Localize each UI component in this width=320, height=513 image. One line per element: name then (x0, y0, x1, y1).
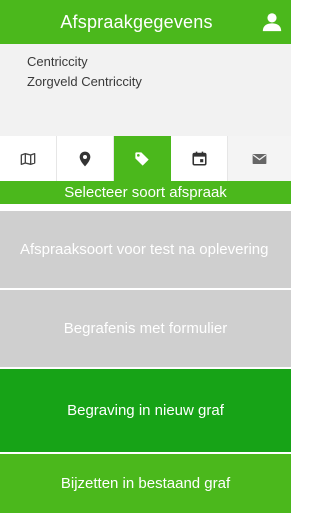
option-label: Begrafenis met formulier (63, 320, 228, 337)
app-screen: Afspraakgegevens Centriccity Zorgveld Ce… (0, 0, 291, 513)
user-icon (262, 13, 282, 32)
option-funeral-with-form[interactable]: Begrafenis met formulier (0, 290, 291, 367)
location-name: Centriccity (27, 54, 88, 69)
tab-bar (0, 136, 291, 181)
location-pin-icon (79, 151, 91, 166)
tag-icon (135, 151, 149, 166)
option-label: Afspraaksoort voor test na oplevering (20, 241, 269, 258)
tab-map[interactable] (0, 136, 57, 181)
location-info: Centriccity Zorgveld Centriccity (0, 44, 291, 136)
page-title: Afspraakgegevens (60, 11, 213, 32)
section-heading: Selecteer soort afspraak (0, 181, 291, 204)
option-test-after-delivery[interactable]: Afspraaksoort voor test na oplevering (0, 211, 291, 288)
option-label: Begraving in nieuw graf (67, 402, 224, 419)
user-button[interactable] (257, 7, 287, 37)
option-label: Bijzetten in bestaand graf (60, 475, 231, 492)
option-burial-new-grave[interactable]: Begraving in nieuw graf (0, 369, 291, 452)
tab-calendar[interactable] (171, 136, 228, 181)
tab-mail[interactable] (228, 136, 291, 181)
option-add-to-existing-grave[interactable]: Bijzetten in bestaand graf (0, 454, 291, 513)
map-icon (20, 152, 36, 165)
tab-location[interactable] (57, 136, 114, 181)
mail-icon (252, 153, 267, 164)
location-subname: Zorgveld Centriccity (27, 74, 142, 89)
tab-appointment-type[interactable] (114, 136, 171, 181)
app-header: Afspraakgegevens (0, 0, 291, 44)
calendar-icon (191, 151, 207, 166)
